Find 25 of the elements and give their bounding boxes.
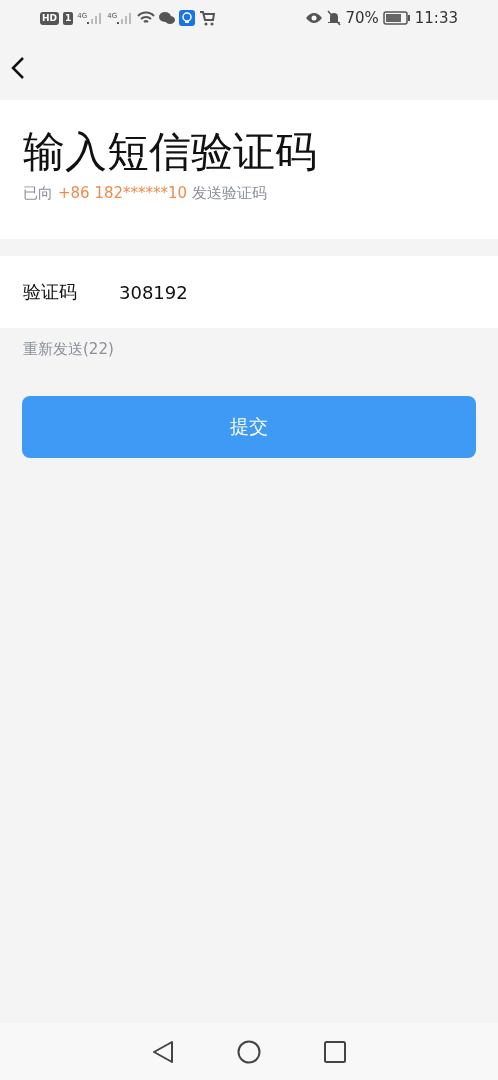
subtitle-prefix: 已向	[23, 184, 53, 203]
subtitle-suffix: 发送验证码	[192, 184, 268, 203]
recents-nav-icon[interactable]	[324, 1040, 347, 1063]
home-nav-icon[interactable]	[237, 1039, 261, 1064]
signal-icon	[87, 12, 104, 24]
back-icon[interactable]	[10, 56, 26, 80]
battery-icon	[382, 11, 411, 25]
back-nav-icon[interactable]	[151, 1039, 174, 1064]
clock-time: 11:33	[414, 9, 458, 27]
sim-badge: 1	[63, 11, 74, 25]
chat-icon	[159, 11, 176, 25]
code-input[interactable]: 308192	[119, 281, 319, 303]
cart-icon	[199, 10, 216, 26]
signal-icon	[117, 12, 134, 24]
phone-number: +86 182******10	[58, 184, 188, 203]
field-label: 验证码	[23, 280, 78, 304]
battery-percent: 70%	[345, 9, 379, 27]
muted-bell-icon	[327, 10, 342, 26]
page-title: 输入短信验证码	[23, 126, 318, 178]
eye-icon	[305, 12, 324, 24]
lightbulb-icon	[179, 10, 196, 26]
resend-link[interactable]: 重新发送(22)	[23, 340, 114, 358]
wifi-icon	[137, 11, 156, 25]
hd-badge: HD	[40, 11, 59, 25]
submit-button[interactable]: 提交	[22, 396, 476, 458]
